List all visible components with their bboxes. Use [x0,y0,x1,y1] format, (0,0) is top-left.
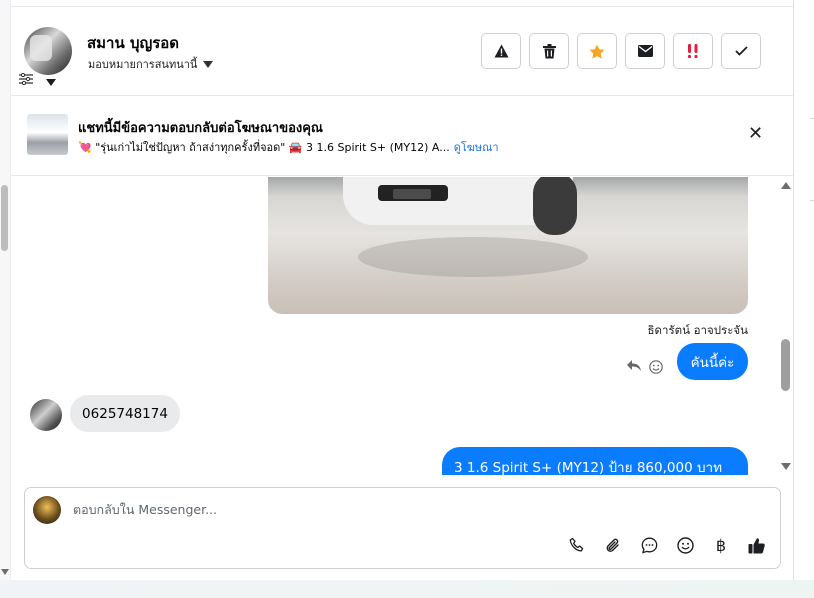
message-thread: ธิดารัตน์ อาจประจัน คันนี้ค่ะ 0625748174… [11,177,793,475]
ad-banner-title: แชทนี้มีข้อความตอบกลับต่อโฆษณาของคุณ [78,121,323,136]
page-avatar [33,496,61,524]
chevron-down-icon [203,60,214,68]
report-button[interactable] [481,33,521,69]
warning-icon [494,44,508,58]
assign-conversation-dropdown[interactable]: มอบหมายการสนทนานี้ [88,55,214,73]
outer-scrollbar[interactable] [0,0,10,580]
composer-tools: ฿ [567,535,767,555]
ad-banner-text: 💘 "รุ่นเก่าไม่ใช่ปัญหา ถ้าสง่าทุกครั้งที… [78,141,450,154]
flag-exclamation-icon [687,44,698,59]
paperclip-icon[interactable] [603,535,623,555]
thread-scrollbar[interactable] [778,177,793,475]
contact-name: สมาน บุญรอด [87,34,180,52]
baht-icon[interactable]: ฿ [711,535,731,555]
emoji-icon[interactable] [675,535,695,555]
follow-up-button[interactable] [673,33,713,69]
incoming-message[interactable]: 0625748174 [70,395,180,432]
view-ad-link[interactable]: ดูโฆษณา [454,138,499,156]
assign-label: มอบหมายการสนทนานี้ [88,58,198,71]
car-photo-attachment[interactable] [268,177,748,314]
thread-scrollbar-thumb[interactable] [781,339,790,391]
ad-thumbnail[interactable] [27,114,68,155]
phone-icon[interactable] [567,535,587,555]
mark-done-button[interactable] [721,33,761,69]
message-tools [627,360,663,378]
star-button[interactable] [577,33,617,69]
ad-reply-banner: แชทนี้มีข้อความตอบกลับต่อโฆษณาของคุณ 💘 "… [11,97,793,176]
outgoing-message[interactable]: คันนี้ค่ะ [677,343,748,380]
header-actions [481,33,761,69]
avatar-chevron-down-icon[interactable] [46,79,56,86]
check-icon [734,46,748,56]
envelope-icon [637,45,653,57]
ad-banner-subtitle: 💘 "รุ่นเก่าไม่ใช่ปัญหา ถ้าสง่าทุกครั้งที… [78,138,499,156]
sender-name: ธิดารัตน์ อาจประจัน [647,323,748,337]
trash-icon [542,43,556,58]
filter-sliders-icon[interactable] [19,72,33,89]
conversation-panel: สมาน บุญรอด มอบหมายการสนทนานี้ แชทนี้มีข… [11,0,793,580]
conversation-header: สมาน บุญรอด มอบหมายการสนทนานี้ [11,6,793,96]
page-background [0,580,814,598]
outer-scrollbar-thumb[interactable] [1,185,8,251]
chat-bubble-icon[interactable] [639,535,659,555]
delete-button[interactable] [529,33,569,69]
right-side-panel [793,0,814,580]
react-emoji-icon[interactable] [649,360,663,378]
reply-input[interactable] [73,502,753,517]
thumbs-up-icon[interactable] [747,535,767,555]
mark-unread-button[interactable] [625,33,665,69]
close-icon[interactable]: ✕ [748,125,763,143]
scroll-up-arrow[interactable] [781,182,791,189]
scroll-down-arrow[interactable] [781,463,791,470]
reply-composer: ฿ [24,487,781,569]
outer-scroll-down-arrow[interactable] [1,569,9,575]
star-icon [589,44,605,59]
contact-avatar[interactable] [24,27,72,75]
contact-avatar-small[interactable] [30,399,62,431]
reply-icon[interactable] [627,360,641,378]
outgoing-message[interactable]: 3 1.6 Spirit S+ (MY12) ป้าย 860,000 บาท [442,447,748,475]
